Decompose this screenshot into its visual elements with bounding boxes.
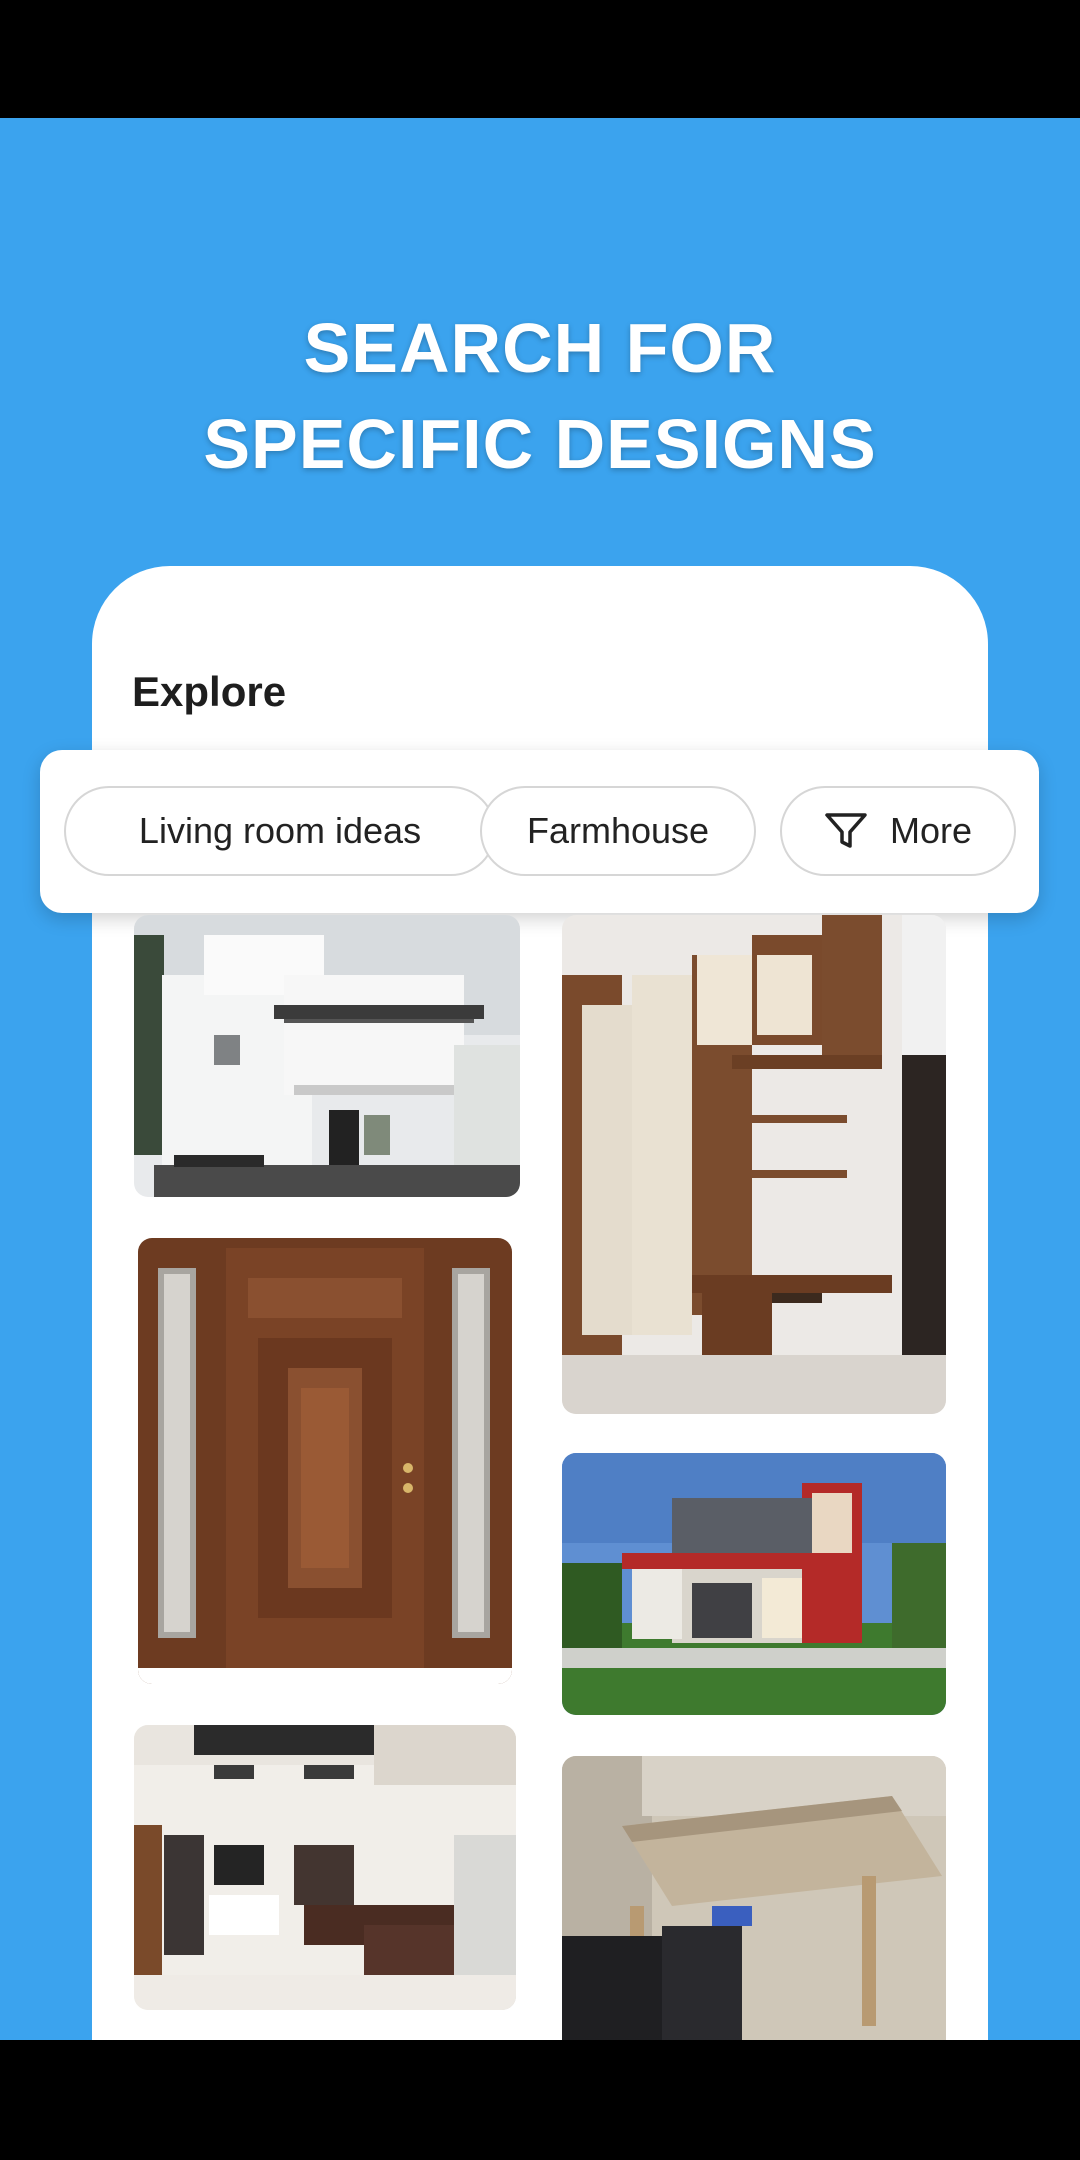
headline-line-1: SEARCH FOR (303, 309, 777, 387)
chip-bar: Living room ideas Farmhouse More (40, 750, 1039, 913)
chip-living-room-ideas[interactable]: Living room ideas (64, 786, 496, 876)
chip-label: Living room ideas (138, 810, 422, 851)
wooden-table-image[interactable] (562, 1756, 946, 2040)
white-house-image[interactable] (134, 915, 520, 1197)
chip-more[interactable]: More (780, 786, 1016, 876)
living-room-image[interactable] (134, 1725, 516, 2010)
navigation-bar (0, 2040, 1080, 2160)
page-title: Explore (132, 668, 287, 715)
status-bar (0, 0, 1080, 118)
headline-line-2: SPECIFIC DESIGNS (203, 405, 877, 483)
chip-label: Farmhouse (526, 810, 710, 851)
wooden-door-image[interactable] (138, 1238, 512, 1684)
chip-label: More (889, 810, 973, 851)
filter-icon (824, 811, 868, 851)
promo-headline: SEARCH FOR SPECIFIC DESIGNS (0, 300, 1080, 492)
wardrobe-image[interactable] (562, 915, 946, 1414)
chip-farmhouse[interactable]: Farmhouse (480, 786, 756, 876)
modern-house-image[interactable] (562, 1453, 946, 1715)
